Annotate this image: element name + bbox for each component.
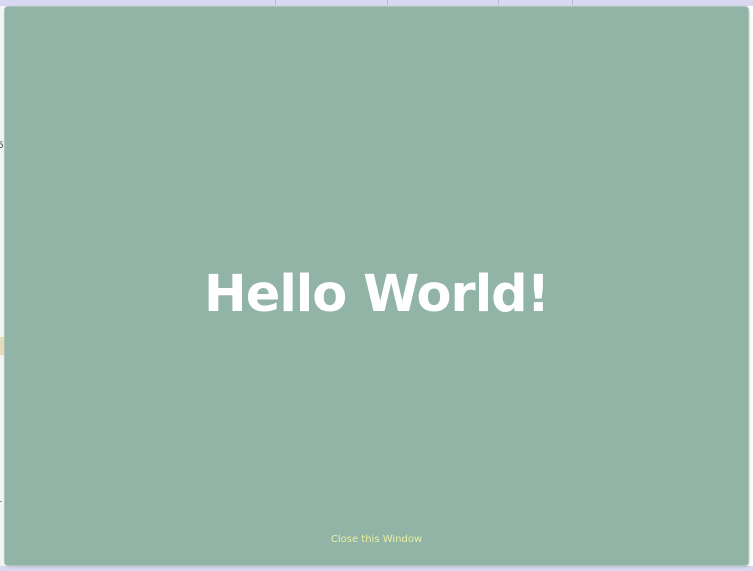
background-left-glyph: r — [0, 500, 2, 509]
close-window-link[interactable]: Close this Window — [5, 533, 748, 547]
background-left-glyph: 5 — [0, 141, 4, 151]
background-column-divider — [572, 0, 573, 5]
popup-window: Hello World! Close this Window — [5, 7, 748, 565]
background-column-divider — [275, 0, 276, 5]
background-top-strip — [0, 0, 753, 6]
background-column-divider — [387, 0, 388, 5]
background-bottom-strip — [0, 566, 753, 571]
background-column-divider — [498, 0, 499, 5]
headline: Hello World! — [204, 265, 550, 324]
